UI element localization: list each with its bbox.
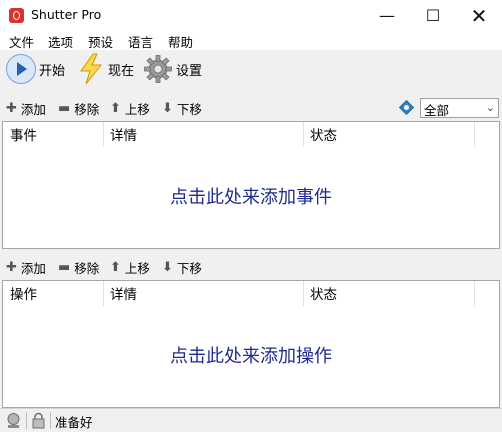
toolbar: 开始 现在 设置	[0, 50, 502, 88]
lightning-icon	[80, 53, 103, 85]
column-divider[interactable]	[103, 281, 104, 306]
column-header-status[interactable]: 状态	[310, 283, 337, 304]
column-divider[interactable]	[303, 122, 304, 147]
actions-remove-button[interactable]: ▬ 移除	[58, 258, 99, 277]
status-divider	[26, 412, 27, 429]
actions-table-header: 操作 详情 状态	[3, 281, 499, 306]
events-up-button[interactable]: ⬆ 上移	[110, 99, 150, 118]
start-label: 开始	[39, 63, 66, 79]
column-header-event[interactable]: 事件	[10, 124, 37, 145]
events-remove-label: 移除	[74, 102, 100, 117]
filter-dropdown[interactable]: 全部 ⌄	[420, 98, 499, 118]
actions-remove-label: 移除	[74, 261, 100, 276]
close-button[interactable]: ✕	[456, 0, 502, 31]
app-icon	[9, 8, 24, 23]
column-divider[interactable]	[303, 281, 304, 306]
arrow-down-icon: ⬇	[162, 101, 173, 116]
events-add-label: 添加	[20, 102, 46, 117]
network-icon	[7, 413, 20, 428]
menu-presets[interactable]: 预设	[88, 32, 113, 51]
actions-add-button[interactable]: ✚ 添加	[6, 258, 46, 277]
start-button[interactable]: 开始	[6, 53, 65, 85]
gear-icon	[144, 55, 172, 83]
chevron-down-icon: ⌄	[485, 101, 495, 114]
column-divider[interactable]	[474, 281, 475, 306]
column-divider[interactable]	[474, 122, 475, 147]
actions-toolbar: ✚ 添加 ▬ 移除 ⬆ 上移 ⬇ 下移	[0, 256, 502, 278]
column-header-details[interactable]: 详情	[110, 124, 137, 145]
events-add-button[interactable]: ✚ 添加	[6, 99, 46, 118]
arrow-down-icon: ⬇	[162, 260, 173, 275]
window-title: Shutter Pro	[31, 7, 102, 22]
column-divider[interactable]	[103, 122, 104, 147]
lock-icon[interactable]	[31, 412, 46, 429]
menu-file[interactable]: 文件	[9, 32, 34, 51]
settings-label: 设置	[176, 63, 203, 79]
filter-icon	[399, 100, 414, 115]
actions-down-label: 下移	[176, 261, 202, 276]
now-label: 现在	[108, 63, 135, 79]
events-table-header: 事件 详情 状态	[3, 122, 499, 147]
now-button[interactable]: 现在	[77, 53, 134, 85]
status-text: 准备好	[55, 415, 93, 430]
minus-icon: ▬	[58, 101, 71, 116]
column-header-status[interactable]: 状态	[310, 124, 337, 145]
events-up-label: 上移	[124, 102, 150, 117]
events-table[interactable]: 事件 详情 状态 点击此处来添加事件	[2, 121, 500, 249]
menu-language[interactable]: 语言	[128, 32, 153, 51]
play-icon	[6, 54, 36, 84]
column-header-action[interactable]: 操作	[10, 283, 37, 304]
add-action-hint[interactable]: 点击此处来添加操作	[3, 342, 499, 368]
menu-help[interactable]: 帮助	[168, 32, 193, 51]
minus-icon: ▬	[58, 260, 71, 275]
events-down-button[interactable]: ⬇ 下移	[162, 99, 202, 118]
status-divider	[50, 412, 51, 429]
events-remove-button[interactable]: ▬ 移除	[58, 99, 99, 118]
plus-icon: ✚	[6, 260, 17, 275]
maximize-button[interactable]: ☐	[410, 0, 456, 31]
filter-selected-value: 全部	[424, 103, 450, 118]
settings-button[interactable]: 设置	[143, 53, 202, 85]
actions-add-label: 添加	[20, 261, 46, 276]
menu-bar: 文件 选项 预设 语言 帮助	[0, 31, 502, 50]
title-bar: Shutter Pro — ☐ ✕	[0, 0, 502, 31]
menu-options[interactable]: 选项	[48, 32, 73, 51]
actions-up-label: 上移	[124, 261, 150, 276]
plus-icon: ✚	[6, 101, 17, 116]
add-event-hint[interactable]: 点击此处来添加事件	[3, 183, 499, 209]
events-toolbar: ✚ 添加 ▬ 移除 ⬆ 上移 ⬇ 下移 全部 ⌄	[0, 97, 502, 119]
arrow-up-icon: ⬆	[110, 260, 121, 275]
actions-table[interactable]: 操作 详情 状态 点击此处来添加操作	[2, 280, 500, 408]
events-down-label: 下移	[176, 102, 202, 117]
arrow-up-icon: ⬆	[110, 101, 121, 116]
actions-up-button[interactable]: ⬆ 上移	[110, 258, 150, 277]
actions-down-button[interactable]: ⬇ 下移	[162, 258, 202, 277]
status-bar: 准备好	[0, 408, 502, 432]
minimize-button[interactable]: —	[364, 0, 410, 31]
column-header-details[interactable]: 详情	[110, 283, 137, 304]
